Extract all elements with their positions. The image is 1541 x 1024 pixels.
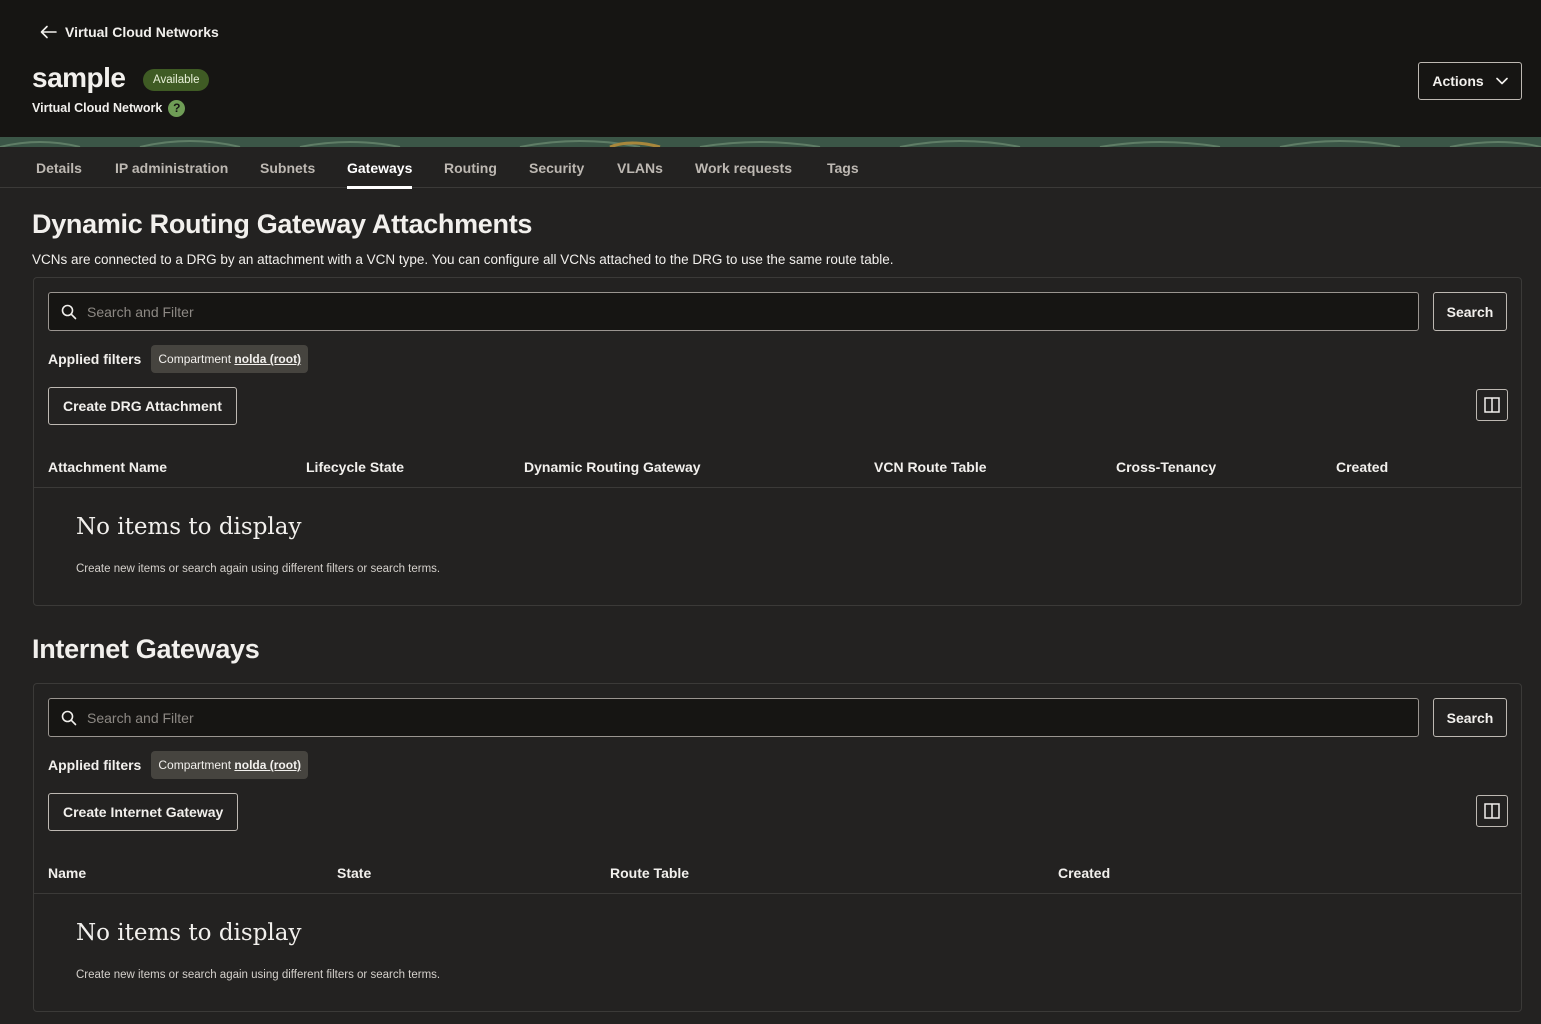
actions-label: Actions xyxy=(1432,73,1484,89)
column-header[interactable]: Dynamic Routing Gateway xyxy=(524,448,701,486)
filter-chip-key: Compartment xyxy=(158,758,232,772)
tab-routing[interactable]: Routing xyxy=(444,147,497,187)
back-link-label: Virtual Cloud Networks xyxy=(65,24,219,40)
igw-applied-filters: Applied filters Compartment nolda (root) xyxy=(48,751,309,779)
create-drg-attachment-button[interactable]: Create DRG Attachment xyxy=(48,387,237,425)
compartment-filter-chip[interactable]: Compartment nolda (root) xyxy=(151,751,309,779)
column-header[interactable]: Created xyxy=(1058,854,1110,892)
tab-subnets[interactable]: Subnets xyxy=(260,147,315,187)
tab-details[interactable]: Details xyxy=(36,147,82,187)
filter-chip-value[interactable]: nolda (root) xyxy=(234,352,301,366)
resource-type-label: Virtual Cloud Network xyxy=(32,101,163,115)
chevron-down-icon xyxy=(1495,77,1508,85)
manage-columns-button[interactable] xyxy=(1476,795,1508,827)
empty-state-description: Create new items or search again using d… xyxy=(76,563,441,575)
filter-chip-key: Compartment xyxy=(158,352,232,366)
empty-state-title: No items to display xyxy=(76,920,302,946)
igw-table-header: Name State Route Table Created xyxy=(34,854,1521,894)
igw-search-button[interactable]: Search xyxy=(1433,698,1507,737)
tab-security[interactable]: Security xyxy=(529,147,584,187)
back-link-virtual-cloud-networks[interactable]: Virtual Cloud Networks xyxy=(40,22,219,42)
empty-state-description: Create new items or search again using d… xyxy=(76,969,441,981)
column-header[interactable]: Created xyxy=(1336,448,1388,486)
drg-applied-filters: Applied filters Compartment nolda (root) xyxy=(48,345,309,373)
drg-search-input[interactable] xyxy=(87,293,1418,330)
empty-state-title: No items to display xyxy=(76,514,302,540)
drg-search-button[interactable]: Search xyxy=(1433,292,1507,331)
column-header[interactable]: VCN Route Table xyxy=(874,448,987,486)
internet-gateways-panel: Search Applied filters Compartment nolda… xyxy=(33,683,1522,1012)
applied-filters-label: Applied filters xyxy=(48,757,142,773)
tab-bar: Details IP administration Subnets Gatewa… xyxy=(0,147,1541,189)
drg-section-description: VCNs are connected to a DRG by an attach… xyxy=(32,252,894,267)
column-header[interactable]: Name xyxy=(48,854,86,892)
column-header[interactable]: Attachment Name xyxy=(48,448,167,486)
page-header: Virtual Cloud Networks sample Available … xyxy=(0,0,1541,137)
drg-table-header: Attachment Name Lifecycle State Dynamic … xyxy=(34,448,1521,488)
columns-icon xyxy=(1484,803,1500,819)
tab-tags[interactable]: Tags xyxy=(827,147,859,187)
applied-filters-label: Applied filters xyxy=(48,351,142,367)
igw-section-title: Internet Gateways xyxy=(32,634,260,664)
compartment-filter-chip[interactable]: Compartment nolda (root) xyxy=(151,345,309,373)
column-header[interactable]: Lifecycle State xyxy=(306,448,404,486)
tab-work-requests[interactable]: Work requests xyxy=(695,147,792,187)
column-header[interactable]: State xyxy=(337,854,371,892)
page-title: sample xyxy=(32,62,126,93)
columns-icon xyxy=(1484,397,1500,413)
filter-chip-value[interactable]: nolda (root) xyxy=(234,758,301,772)
igw-search-field[interactable] xyxy=(48,698,1419,737)
page-subtitle: Virtual Cloud Network ? xyxy=(32,99,186,117)
column-header[interactable]: Cross-Tenancy xyxy=(1116,448,1216,486)
tab-vlans[interactable]: VLANs xyxy=(617,147,663,187)
drg-search-field[interactable] xyxy=(48,292,1419,331)
drg-section-title: Dynamic Routing Gateway Attachments xyxy=(32,209,533,239)
decorative-banner-strip xyxy=(0,137,1541,147)
actions-menu-button[interactable]: Actions xyxy=(1418,62,1522,100)
create-internet-gateway-button[interactable]: Create Internet Gateway xyxy=(48,793,239,831)
drg-attachments-panel: Search Applied filters Compartment nolda… xyxy=(33,277,1522,606)
tab-gateways[interactable]: Gateways xyxy=(347,147,413,189)
column-header[interactable]: Route Table xyxy=(610,854,689,892)
arrow-left-icon xyxy=(40,25,57,39)
manage-columns-button[interactable] xyxy=(1476,389,1508,421)
igw-search-input[interactable] xyxy=(87,699,1418,736)
search-icon xyxy=(61,710,77,725)
tab-ip-administration[interactable]: IP administration xyxy=(115,147,228,187)
help-icon[interactable]: ? xyxy=(168,99,186,117)
status-badge: Available xyxy=(143,69,210,91)
search-icon xyxy=(61,304,77,319)
